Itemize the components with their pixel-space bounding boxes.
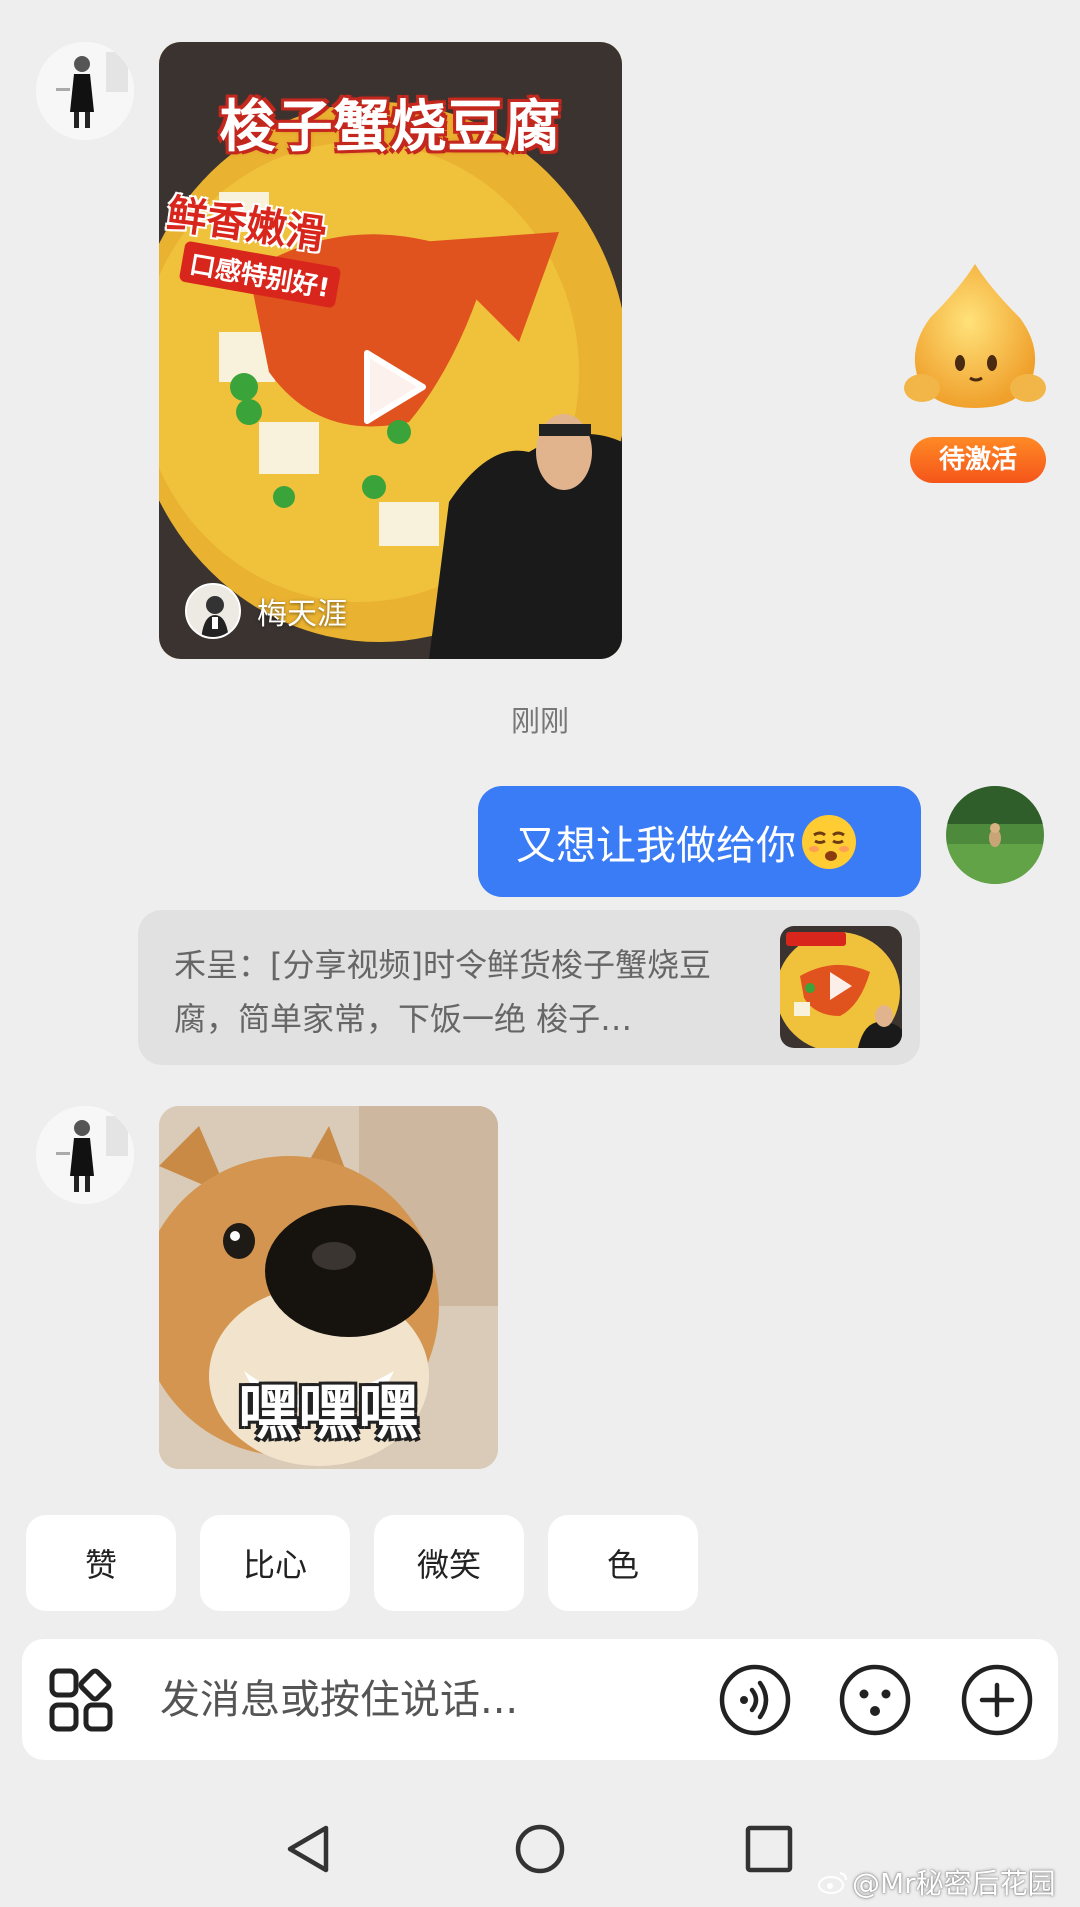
contact-avatar[interactable] [36, 1106, 134, 1204]
quick-reply-lust[interactable]: 色 [548, 1515, 698, 1611]
message-input[interactable] [160, 1665, 580, 1735]
meme-sticker[interactable]: 嘿嘿嘿 [159, 1106, 498, 1469]
share-preview-thumbnail [780, 926, 902, 1048]
sent-message-text: 又想让我做给你 [516, 822, 796, 869]
my-avatar[interactable] [946, 786, 1044, 884]
play-icon[interactable] [359, 347, 429, 427]
mascot-icon[interactable] [900, 258, 1050, 418]
contact-avatar-image [36, 1106, 134, 1204]
recents-icon[interactable] [742, 1822, 796, 1876]
contact-avatar-image [36, 42, 134, 140]
share-preview-text: 禾呈：[分享视频]时令鲜货梭子蟹烧豆腐，简单家常，下饭一绝 梭子… [174, 946, 711, 1038]
sent-message-bubble[interactable]: 又想让我做给你 [478, 786, 921, 897]
weibo-logo-icon [818, 1872, 847, 1894]
watermark-text: @Mr秘密后花园 [852, 1867, 1056, 1900]
meme-caption: 嘿嘿嘿 [238, 1378, 419, 1448]
activate-badge[interactable]: 待激活 [910, 437, 1046, 483]
emoji-icon[interactable] [838, 1663, 912, 1737]
quick-reply-heart[interactable]: 比心 [200, 1515, 350, 1611]
smirk-emoji-icon [802, 814, 856, 869]
voice-icon[interactable] [718, 1663, 792, 1737]
home-icon[interactable] [513, 1822, 567, 1876]
back-icon[interactable] [282, 1822, 336, 1876]
apps-grid-icon[interactable] [48, 1667, 114, 1733]
message-timestamp: 刚刚 [510, 704, 569, 738]
message-input-bar [22, 1639, 1058, 1760]
plus-icon[interactable] [960, 1663, 1034, 1737]
watermark: @Mr秘密后花园 [818, 1862, 1056, 1902]
author-name: 梅天涯 [257, 597, 347, 632]
shared-video-preview[interactable]: 禾呈：[分享视频]时令鲜货梭子蟹烧豆腐，简单家常，下饭一绝 梭子… [138, 910, 920, 1065]
shared-video-card[interactable]: 梭子蟹烧豆腐 鲜香嫩滑 口感特别好! 梅天涯 [159, 42, 622, 659]
contact-avatar[interactable] [36, 42, 134, 140]
my-avatar-image [946, 786, 1044, 884]
quick-reply-smile[interactable]: 微笑 [374, 1515, 524, 1611]
video-title: 梭子蟹烧豆腐 [219, 95, 562, 160]
quick-reply-like[interactable]: 赞 [26, 1515, 176, 1611]
quick-reply-bar: 赞 比心 微笑 色 [26, 1515, 698, 1611]
author-avatar [185, 583, 241, 639]
video-author: 梅天涯 [185, 583, 347, 639]
